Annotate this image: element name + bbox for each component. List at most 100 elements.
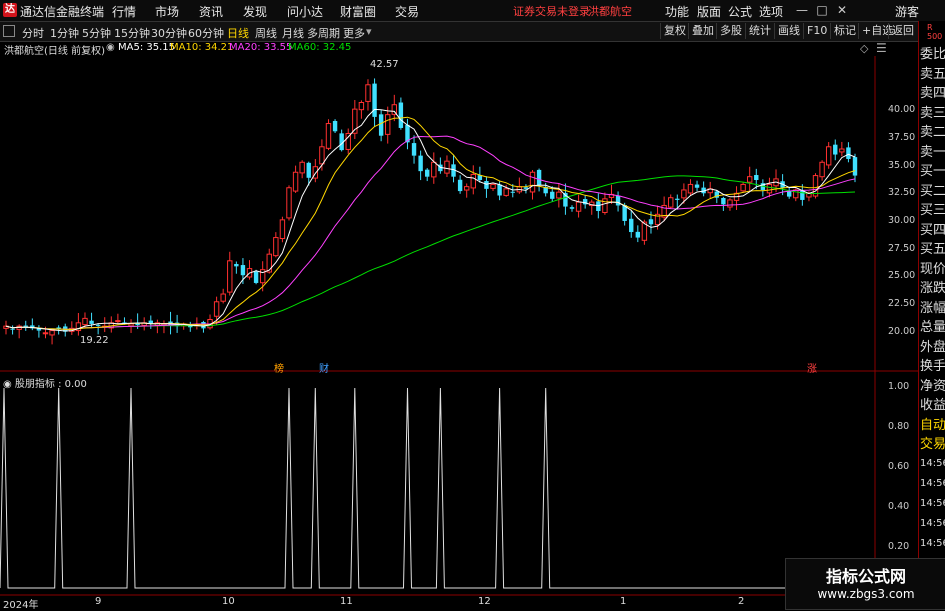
candle-body: [358, 102, 365, 111]
candle-body: [220, 293, 226, 302]
period-1min[interactable]: 1分钟: [50, 25, 79, 41]
quote-label: 卖五: [920, 66, 945, 82]
quote-label: 卖一: [920, 144, 945, 160]
quote-label: 买五: [920, 242, 945, 257]
chart-options-icon[interactable]: ◇: [860, 42, 868, 55]
candle-body: [89, 320, 94, 324]
candle-body: [852, 157, 858, 176]
indicator-series: [0, 387, 875, 589]
candle-body: [721, 197, 726, 205]
candle-body: [128, 323, 134, 327]
candle-body: [463, 186, 470, 191]
menu-item-ask[interactable]: 问小达: [287, 3, 323, 20]
legend-settings-icon[interactable]: ◉: [106, 42, 115, 53]
legend-ma5: MA5: 35.15: [118, 42, 176, 53]
menu-function[interactable]: 功能: [665, 3, 689, 20]
watermark: 指标公式网 www.zbgs3.com: [785, 558, 945, 610]
menu-item-news[interactable]: 资讯: [199, 3, 223, 20]
menu-formula[interactable]: 公式: [728, 3, 752, 20]
quote-label: 买一: [920, 164, 945, 179]
menu-item-discover[interactable]: 发现: [243, 3, 267, 20]
button-adjust[interactable]: 复权: [660, 23, 689, 39]
period-intraday[interactable]: 分时: [22, 25, 44, 41]
panel-toggle-icon[interactable]: [3, 25, 15, 37]
period-30min[interactable]: 30分钟: [151, 25, 187, 41]
period-monthly[interactable]: 月线: [282, 25, 304, 41]
menu-layout[interactable]: 版面: [697, 3, 721, 20]
period-more[interactable]: 更多: [343, 25, 365, 41]
candle-body: [668, 197, 674, 208]
candle-body: [819, 161, 825, 178]
candle-body: [694, 184, 700, 188]
menu-item-markets[interactable]: 市场: [155, 3, 179, 20]
ma10-line: [5, 116, 856, 331]
menu-item-wealth[interactable]: 财富圈: [340, 3, 376, 20]
period-15min[interactable]: 15分钟: [114, 25, 150, 41]
period-multi[interactable]: 多周期: [307, 25, 340, 41]
candle-body: [115, 320, 121, 323]
candle-body: [746, 176, 753, 183]
candle-body: [292, 171, 299, 192]
guest-user[interactable]: 游客: [895, 3, 919, 20]
minimize-icon[interactable]: —: [794, 2, 810, 18]
more-chevron-icon[interactable]: ▾: [366, 25, 372, 38]
button-draw[interactable]: 画线: [774, 23, 803, 39]
candle-body: [635, 231, 641, 238]
candle-body: [846, 147, 851, 159]
y-tick-label: 30.00: [888, 215, 916, 227]
candle-body: [279, 219, 286, 240]
quote-label: 涨跌: [920, 281, 945, 296]
candle-body: [740, 183, 746, 192]
quote-label: 卖三: [920, 105, 945, 121]
candle-body: [444, 160, 450, 174]
tag-limit-up[interactable]: 涨: [807, 360, 817, 375]
quote-label: 买三: [920, 203, 945, 218]
candle-body: [425, 169, 430, 177]
quote-label: 外盘: [920, 339, 945, 355]
button-mark[interactable]: 标记: [830, 23, 859, 39]
price-chart[interactable]: [0, 56, 918, 596]
menu-item-market[interactable]: 行情: [112, 3, 136, 20]
low-marker: 19.22: [80, 335, 109, 346]
candle-body: [470, 173, 476, 189]
indicator-toggle-icon[interactable]: ◉: [3, 379, 15, 390]
indicator-y-tick: 0.60: [888, 461, 910, 472]
quote-label[interactable]: 交易: [920, 435, 945, 455]
y-tick-label: 32.50: [888, 187, 916, 199]
maximize-icon[interactable]: □: [814, 2, 830, 18]
chart-title: 洪都航空(日线 前复权): [4, 46, 105, 57]
candle-body: [833, 144, 838, 155]
button-back[interactable]: 返回: [888, 23, 917, 39]
period-daily[interactable]: 日线: [227, 25, 249, 41]
candle-body: [569, 207, 575, 209]
stock-name: 洪都航空: [588, 5, 632, 18]
ma5-line: [5, 108, 856, 332]
button-multi-stock[interactable]: 多股: [716, 23, 745, 39]
x-label-jan: 1: [620, 596, 627, 607]
tag-list[interactable]: 榜: [274, 360, 284, 375]
candle-body: [575, 201, 582, 212]
period-60min[interactable]: 60分钟: [188, 25, 224, 41]
login-status[interactable]: 证券交易未登录: [513, 3, 590, 19]
menu-item-trade[interactable]: 交易: [395, 3, 419, 20]
y-tick-label: 35.00: [888, 159, 916, 171]
candle-body: [49, 330, 55, 336]
close-icon[interactable]: ✕: [834, 2, 850, 18]
app-title: 通达信金融终端: [20, 5, 105, 19]
chart-menu-icon[interactable]: ☰: [876, 41, 887, 55]
quote-label[interactable]: 自动: [920, 416, 945, 436]
menu-options[interactable]: 选项: [759, 3, 783, 20]
period-weekly[interactable]: 周线: [255, 25, 277, 41]
moving-averages: [5, 108, 856, 332]
period-5min[interactable]: 5分钟: [82, 25, 111, 41]
tag-finance[interactable]: 财: [319, 360, 329, 375]
button-stats[interactable]: 统计: [745, 23, 774, 39]
x-label-oct: 10: [222, 596, 235, 607]
button-overlay[interactable]: 叠加: [688, 23, 717, 39]
button-f10[interactable]: F10: [803, 23, 830, 39]
candle-body: [529, 171, 536, 193]
period-toolbar: 分时 1分钟 5分钟 15分钟 30分钟 60分钟 日线 周线 月线 多周期 更…: [0, 22, 918, 42]
legend-ma10: MA10: 34.21: [170, 42, 234, 53]
quote-label: 卖二: [920, 125, 945, 140]
candle-body: [536, 169, 542, 186]
